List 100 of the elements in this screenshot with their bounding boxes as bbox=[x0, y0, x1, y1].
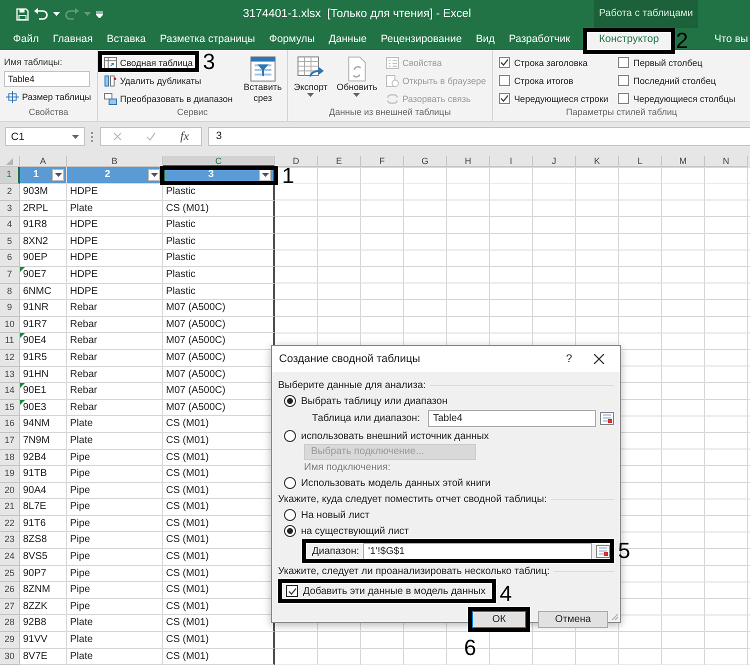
range-select-icon[interactable] bbox=[600, 412, 614, 425]
column-header[interactable]: M bbox=[662, 156, 705, 167]
ribbon-tab[interactable]: Вид bbox=[468, 28, 502, 50]
row-header[interactable]: 2 bbox=[0, 184, 20, 201]
ok-button[interactable]: ОК bbox=[472, 611, 526, 628]
row-header[interactable]: 16 bbox=[0, 416, 20, 433]
close-icon[interactable] bbox=[594, 354, 604, 364]
checkbox-label[interactable]: Добавить эти данные в модель данных bbox=[303, 586, 486, 596]
row-header[interactable]: 14 bbox=[0, 383, 20, 400]
row-header[interactable]: 19 bbox=[0, 466, 20, 483]
ribbon-button[interactable]: Удалить дубликаты bbox=[102, 73, 204, 88]
row-header[interactable]: 7 bbox=[0, 266, 20, 284]
radio-label[interactable]: использовать внешний источник данных bbox=[301, 430, 489, 442]
row-header[interactable]: 1 bbox=[0, 167, 20, 184]
ribbon-button[interactable]: Преобразовать в диапазон bbox=[102, 91, 235, 106]
row-header[interactable]: 4 bbox=[0, 217, 20, 234]
row-header[interactable]: 11 bbox=[0, 333, 20, 350]
row-header[interactable]: 12 bbox=[0, 350, 20, 367]
resize-grip-icon[interactable] bbox=[610, 612, 618, 620]
column-header[interactable]: K bbox=[576, 156, 619, 167]
row-header[interactable]: 17 bbox=[0, 432, 20, 450]
filter-button[interactable] bbox=[259, 169, 271, 181]
column-header[interactable]: G bbox=[404, 156, 447, 167]
checkbox[interactable] bbox=[618, 75, 630, 86]
column-header[interactable]: F bbox=[361, 156, 404, 167]
save-icon[interactable] bbox=[16, 8, 29, 20]
radio-button[interactable] bbox=[284, 525, 296, 537]
name-box[interactable]: C1 bbox=[5, 127, 85, 146]
column-header[interactable]: J bbox=[533, 156, 576, 167]
insert-slicer-button[interactable]: Вставить срез bbox=[242, 55, 283, 106]
checkbox[interactable] bbox=[499, 57, 510, 68]
formula-field[interactable]: 3 bbox=[208, 127, 750, 146]
ribbon-tab[interactable]: Разработчик bbox=[502, 28, 578, 50]
help-button[interactable]: ? bbox=[554, 353, 584, 365]
insert-function-button[interactable]: fx bbox=[180, 129, 189, 144]
row-header[interactable]: 10 bbox=[0, 316, 20, 334]
radio-button[interactable] bbox=[284, 477, 296, 489]
row-header[interactable]: 8 bbox=[0, 284, 20, 300]
row-header[interactable]: 29 bbox=[0, 632, 20, 649]
customize-toolbar-icon[interactable] bbox=[96, 10, 103, 18]
ribbon-tab[interactable]: Файл bbox=[6, 28, 46, 50]
row-header[interactable]: 3 bbox=[0, 200, 20, 218]
tell-me-search[interactable]: Что вы bbox=[714, 28, 750, 50]
table-range-field[interactable]: Table4 bbox=[428, 410, 596, 427]
radio-button[interactable] bbox=[284, 430, 296, 442]
column-header[interactable]: C bbox=[163, 156, 275, 167]
filter-button[interactable] bbox=[148, 169, 160, 181]
row-header[interactable]: 26 bbox=[0, 582, 20, 599]
ribbon-tab[interactable]: Разметка страницы bbox=[152, 28, 262, 50]
row-header[interactable]: 24 bbox=[0, 549, 20, 566]
row-header[interactable]: 23 bbox=[0, 532, 20, 550]
ribbon-tab[interactable]: Рецензирование bbox=[374, 28, 469, 50]
row-header[interactable]: 28 bbox=[0, 615, 20, 632]
column-header[interactable]: L bbox=[619, 156, 662, 167]
row-header[interactable]: 9 bbox=[0, 300, 20, 317]
row-header[interactable]: 5 bbox=[0, 234, 20, 250]
resize-table-button[interactable]: Размер таблицы bbox=[4, 89, 94, 104]
checkbox-label[interactable]: Строка заголовка bbox=[514, 58, 588, 68]
filter-button[interactable] bbox=[52, 169, 64, 181]
checkbox-label[interactable]: Последний столбец bbox=[633, 76, 716, 86]
column-header[interactable]: H bbox=[447, 156, 490, 167]
column-header[interactable]: B bbox=[67, 156, 163, 167]
radio-button[interactable] bbox=[284, 509, 296, 521]
row-header[interactable]: 20 bbox=[0, 482, 20, 500]
ribbon-tab[interactable]: Вставка bbox=[100, 28, 153, 50]
checkbox[interactable] bbox=[618, 57, 630, 68]
ribbon-button[interactable]: Экспорт bbox=[292, 55, 330, 106]
location-field[interactable]: '1'!$G$1 bbox=[363, 542, 592, 560]
column-header[interactable]: A bbox=[20, 156, 67, 167]
ribbon-button[interactable]: Сводная таблица bbox=[102, 55, 195, 70]
checkbox-label[interactable]: Чередующиеся столбцы bbox=[633, 94, 736, 104]
row-header[interactable]: 30 bbox=[0, 648, 20, 665]
column-header[interactable]: N bbox=[705, 156, 748, 167]
range-select-icon[interactable] bbox=[596, 544, 610, 558]
ribbon-button[interactable]: Обновить bbox=[334, 55, 380, 106]
row-header[interactable]: 15 bbox=[0, 400, 20, 416]
checkbox[interactable] bbox=[499, 75, 510, 86]
row-header[interactable]: 18 bbox=[0, 450, 20, 466]
checkbox-label[interactable]: Чередующиеся строки bbox=[514, 94, 608, 104]
undo-icon[interactable] bbox=[34, 8, 48, 20]
radio-button[interactable] bbox=[284, 395, 296, 407]
row-header[interactable]: 27 bbox=[0, 598, 20, 616]
row-header[interactable]: 25 bbox=[0, 566, 20, 582]
radio-label[interactable]: Использовать модель данных этой книги bbox=[301, 478, 491, 488]
checkbox-label[interactable]: Строка итогов bbox=[514, 76, 574, 86]
row-header[interactable]: 13 bbox=[0, 366, 20, 384]
row-header[interactable]: 22 bbox=[0, 516, 20, 532]
table-name-field[interactable]: Table4 bbox=[4, 71, 90, 87]
row-header[interactable]: 21 bbox=[0, 499, 20, 516]
checkbox[interactable] bbox=[286, 585, 298, 597]
checkbox[interactable] bbox=[499, 93, 510, 104]
checkbox-label[interactable]: Первый столбец bbox=[633, 58, 702, 68]
ribbon-tab[interactable]: Данные bbox=[322, 28, 374, 50]
radio-label[interactable]: на существующий лист bbox=[301, 526, 409, 536]
checkbox[interactable] bbox=[618, 93, 630, 104]
column-header[interactable]: I bbox=[490, 156, 533, 167]
column-header[interactable]: D bbox=[275, 156, 318, 167]
radio-label[interactable]: Выбрать таблицу или диапазон bbox=[301, 396, 448, 406]
ribbon-tab[interactable]: Формулы bbox=[262, 28, 322, 50]
radio-label[interactable]: На новый лист bbox=[301, 510, 370, 520]
